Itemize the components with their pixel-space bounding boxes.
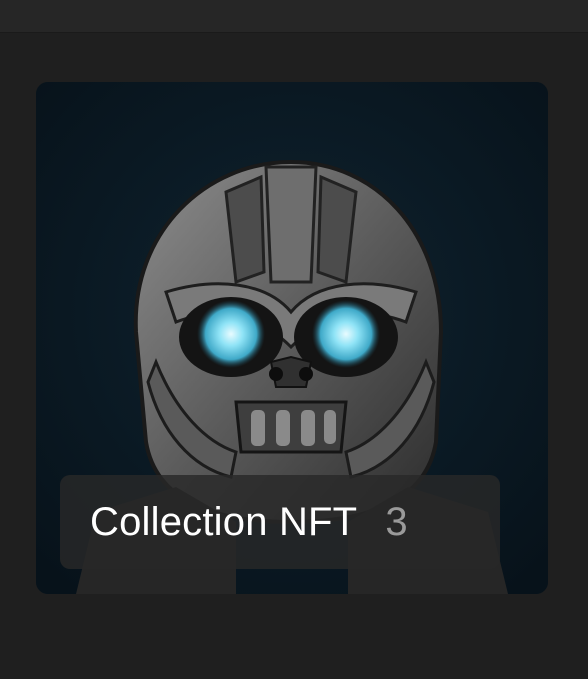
top-bar (0, 0, 588, 33)
collection-card[interactable]: Collection NFT 3 (36, 82, 548, 594)
item-count: 3 (385, 499, 408, 544)
collection-title: Collection NFT (90, 499, 358, 544)
collection-label: Collection NFT 3 (60, 475, 500, 569)
